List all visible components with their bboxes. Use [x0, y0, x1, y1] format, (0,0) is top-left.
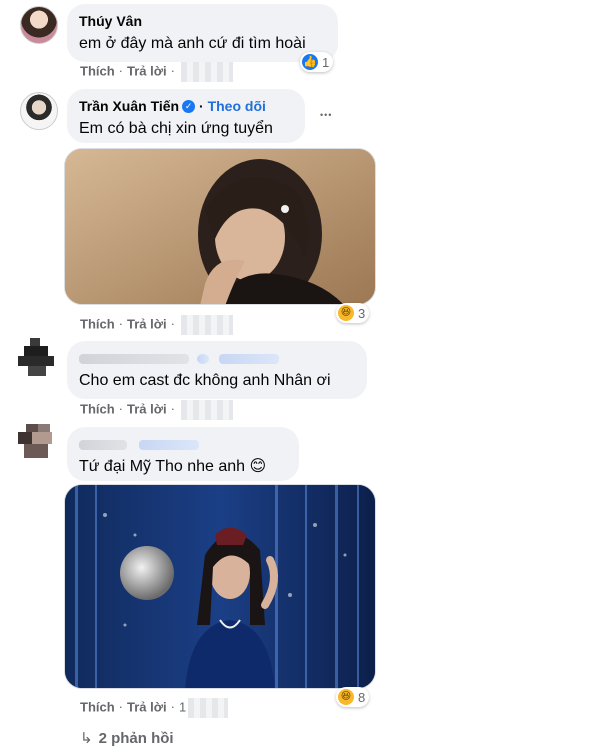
comment-photo[interactable]: [64, 148, 376, 305]
avatar[interactable]: [18, 424, 58, 464]
comment-bubble: Thúy Vân em ở đây mà anh cứ đi tìm hoài: [67, 4, 338, 62]
pixelated-avatar-icon: [18, 424, 52, 458]
timestamp-partial: 1: [178, 699, 187, 715]
comment-actions: Thích · Trả lời ·: [80, 62, 233, 82]
replies-count-label[interactable]: 2 phản hồi: [99, 730, 174, 747]
timestamp-redacted: [188, 698, 229, 718]
follow-button[interactable]: Theo dõi: [208, 98, 266, 114]
view-replies-link[interactable]: ↳ 2 phản hồi: [80, 729, 174, 747]
reaction-summary[interactable]: 👍 1: [300, 52, 334, 72]
reaction-summary[interactable]: 😆 8: [336, 687, 370, 707]
timestamp-redacted: [180, 400, 233, 420]
comment-author-row: Trần Xuân Tiến ✓ · Theo dõi: [79, 98, 266, 114]
comment-author[interactable]: Trần Xuân Tiến: [79, 98, 179, 114]
comment-photo[interactable]: [64, 484, 376, 689]
pixelated-avatar-icon: [18, 338, 54, 376]
comment-author-redacted[interactable]: [79, 435, 287, 453]
avatar[interactable]: [18, 338, 58, 378]
verified-badge-icon: ✓: [182, 99, 196, 113]
comment-actions: Thích · Trả lời ·: [80, 315, 233, 335]
avatar[interactable]: [20, 6, 58, 44]
like-button[interactable]: Thích: [80, 316, 115, 331]
comment-bubble: Tứ đại Mỹ Tho nhe anh 😊: [67, 427, 299, 481]
reply-button[interactable]: Trả lời: [127, 699, 167, 714]
reaction-count: 1: [322, 54, 330, 70]
reply-arrow-icon: ↳: [80, 730, 93, 747]
reaction-summary[interactable]: 😆 3: [336, 303, 370, 323]
performer-image: [65, 485, 375, 688]
reply-button[interactable]: Trả lời: [127, 401, 167, 416]
like-button[interactable]: Thích: [80, 401, 115, 416]
comment-text: Tứ đại Mỹ Tho nhe anh 😊: [79, 458, 267, 475]
timestamp-redacted: [180, 62, 233, 82]
haha-icon: 😆: [338, 689, 354, 705]
like-button[interactable]: Thích: [80, 63, 115, 78]
reaction-count: 3: [358, 305, 366, 321]
reply-button[interactable]: Trả lời: [127, 63, 167, 78]
haha-icon: 😆: [338, 305, 354, 321]
comment-text: em ở đây mà anh cứ đi tìm hoài: [79, 35, 306, 52]
reply-button[interactable]: Trả lời: [127, 316, 167, 331]
like-button[interactable]: Thích: [80, 699, 115, 714]
comment-text: Em có bà chị xin ứng tuyển: [79, 120, 273, 137]
reaction-count: 8: [358, 689, 366, 705]
comment-bubble: Cho em cast đc không anh Nhân ơi: [67, 341, 367, 399]
like-icon: 👍: [302, 54, 318, 70]
comment-text: Cho em cast đc không anh Nhân ơi: [79, 372, 331, 389]
more-options-icon[interactable]: •••: [320, 110, 332, 120]
comment-author-redacted[interactable]: [79, 349, 355, 367]
comment-author[interactable]: Thúy Vân: [79, 12, 326, 30]
comment-actions: Thích · Trả lời · 1: [80, 698, 229, 718]
avatar[interactable]: [20, 92, 58, 130]
comment-bubble: Trần Xuân Tiến ✓ · Theo dõi Em có bà chị …: [67, 89, 305, 143]
comment-actions: Thích · Trả lời ·: [80, 400, 233, 420]
portrait-image: [65, 149, 375, 304]
timestamp-redacted: [180, 315, 233, 335]
